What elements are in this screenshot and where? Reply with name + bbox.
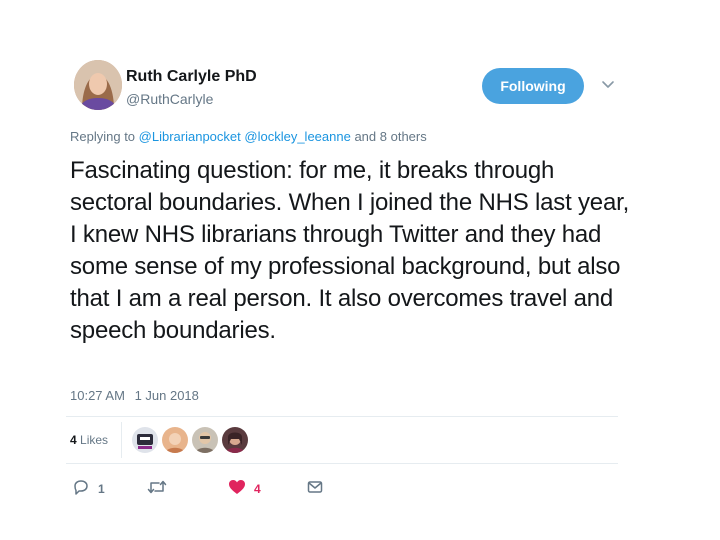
tweet-time: 10:27 AM: [70, 388, 125, 403]
author-info: Ruth Carlyle PhD @RuthCarlyle: [126, 67, 257, 109]
liker-avatars: [132, 427, 252, 453]
author-handle[interactable]: @RuthCarlyle: [126, 89, 257, 109]
reply-count: 1: [98, 482, 105, 496]
divider: [121, 422, 122, 458]
liker-avatar[interactable]: [222, 427, 248, 453]
tweet-card: Ruth Carlyle PhD @RuthCarlyle Following …: [0, 0, 720, 540]
following-button[interactable]: Following: [482, 68, 584, 104]
chevron-down-icon[interactable]: [601, 78, 615, 92]
author-avatar[interactable]: [74, 60, 122, 110]
retweet-button[interactable]: [147, 479, 175, 499]
divider: [66, 416, 618, 417]
like-button[interactable]: 4: [228, 479, 261, 499]
tweet-date: 1 Jun 2018: [134, 388, 199, 403]
likes-label: Likes: [80, 433, 109, 447]
retweet-icon: [147, 478, 167, 501]
liker-avatar[interactable]: [162, 427, 188, 453]
like-count: 4: [254, 482, 261, 496]
mention-link[interactable]: @lockley_leeanne: [244, 129, 350, 144]
direct-message-button[interactable]: [306, 479, 324, 499]
likes-count-link[interactable]: 4 Likes: [70, 432, 108, 448]
reply-button[interactable]: 1: [72, 479, 105, 499]
replying-to-label: Replying to: [70, 129, 136, 144]
divider: [66, 463, 618, 464]
mention-link[interactable]: @Librarianpocket: [139, 129, 241, 144]
envelope-icon: [306, 478, 324, 501]
tweet-text: Fascinating question: for me, it breaks …: [70, 157, 630, 344]
likes-count: 4: [70, 433, 77, 447]
tweet-timestamp[interactable]: 10:27 AM 1 Jun 2018: [70, 387, 205, 405]
others-link[interactable]: and 8 others: [354, 129, 426, 144]
liker-avatar[interactable]: [192, 427, 218, 453]
reply-context: Replying to @Librarianpocket @lockley_le…: [70, 128, 427, 146]
liker-avatar[interactable]: [132, 427, 158, 453]
reply-icon: [72, 478, 90, 501]
heart-icon: [228, 478, 246, 501]
author-display-name[interactable]: Ruth Carlyle PhD: [126, 67, 257, 87]
